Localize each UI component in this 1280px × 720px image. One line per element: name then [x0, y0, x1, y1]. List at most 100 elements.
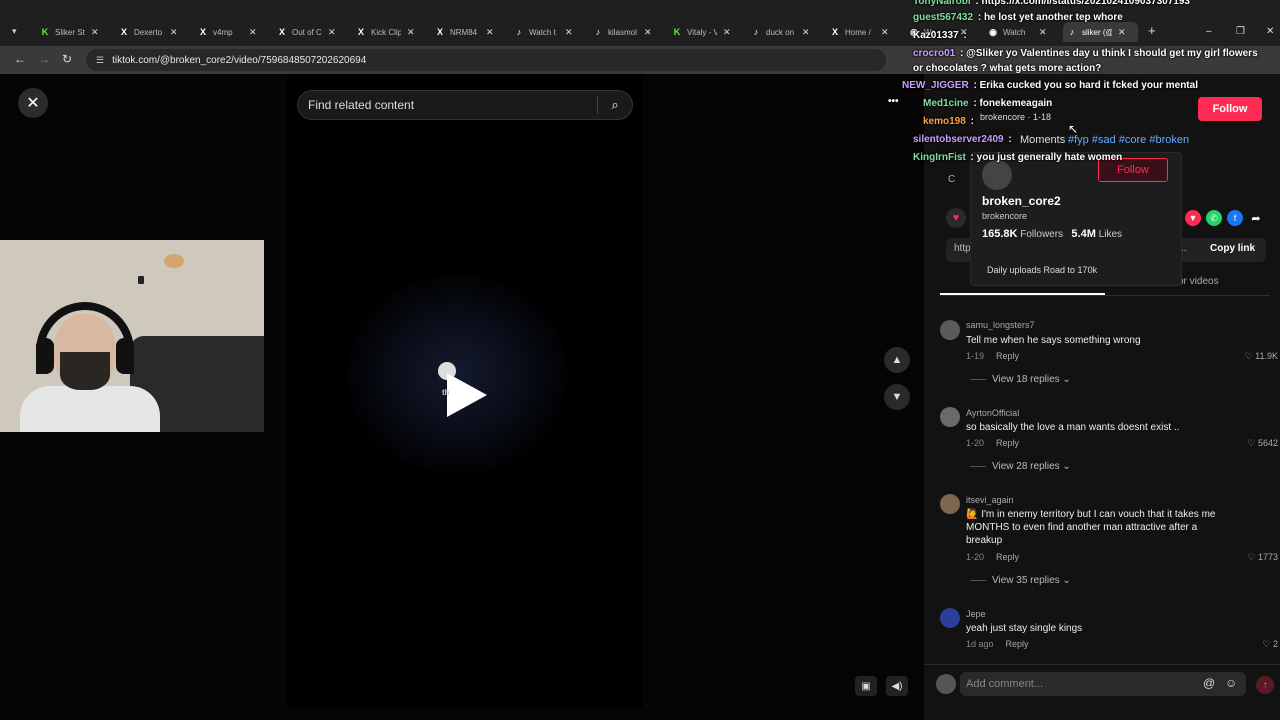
- tab-close-icon[interactable]: ✕: [644, 27, 652, 38]
- site-info-icon[interactable]: ☰: [96, 55, 104, 66]
- comment-avatar[interactable]: [940, 494, 960, 514]
- tab-search-icon[interactable]: ▾: [12, 26, 17, 37]
- like-heart-icon[interactable]: ♡: [1262, 639, 1273, 649]
- next-video-button[interactable]: ▼: [884, 384, 910, 410]
- tab-comments-underline[interactable]: [940, 293, 1105, 295]
- chat-username: kemo198: [923, 116, 966, 127]
- creator-avatar[interactable]: [982, 160, 1012, 190]
- tab-favicon-icon: X: [436, 27, 443, 37]
- browser-tab[interactable]: ♪ sliker (@ ✕: [1063, 22, 1138, 42]
- heart-icon[interactable]: ♥: [946, 208, 966, 228]
- tab-close-icon[interactable]: ✕: [881, 27, 889, 38]
- view-replies-button[interactable]: View 35 replies ⌄: [970, 575, 1071, 586]
- comment-avatar[interactable]: [940, 320, 960, 340]
- view-replies-button[interactable]: View 18 replies ⌄: [970, 374, 1071, 385]
- browser-tab[interactable]: K Vitaly - V ✕: [668, 22, 743, 42]
- forward-arrow-icon[interactable]: →: [38, 52, 50, 66]
- caption-hashtags[interactable]: #fyp #sad #core #broken: [1068, 134, 1189, 146]
- facebook-icon[interactable]: f: [1227, 210, 1243, 226]
- comment-likes[interactable]: ♡ 11.9K: [1236, 351, 1278, 362]
- more-options-icon[interactable]: •••: [888, 96, 899, 107]
- mouse-cursor-icon: ↖: [1068, 122, 1079, 136]
- tab-close-icon[interactable]: ✕: [170, 27, 178, 38]
- tab-close-icon[interactable]: ✕: [1118, 27, 1126, 38]
- browser-tab[interactable]: X Out of C ✕: [273, 22, 348, 42]
- reload-icon[interactable]: ↻: [62, 52, 72, 66]
- browser-tab[interactable]: ◉ Watch ✕: [984, 22, 1059, 42]
- browser-tab[interactable]: K Sliker St ✕: [36, 22, 111, 42]
- back-arrow-icon[interactable]: ←: [14, 52, 26, 66]
- minimize-button[interactable]: –: [1206, 26, 1212, 37]
- related-search-bar[interactable]: Find related content ⌕: [297, 90, 633, 120]
- search-icon[interactable]: ⌕: [598, 97, 632, 113]
- like-heart-icon[interactable]: ♡: [1245, 351, 1256, 361]
- repost-icon[interactable]: ▼: [1185, 210, 1201, 226]
- browser-tab[interactable]: Xv4mp ✕: [194, 22, 269, 42]
- chat-message: TonyNairobi : https://x.com/i/status/202…: [913, 0, 1190, 7]
- new-tab-button[interactable]: +: [1148, 23, 1156, 38]
- tab-favicon-icon: K: [41, 27, 49, 37]
- likes-label: Likes: [1098, 229, 1123, 240]
- comment-reply-button[interactable]: Reply: [996, 552, 1019, 562]
- left-earcup: [36, 338, 54, 374]
- chat-message: NEW_JIGGER : Erika cucked you so hard it…: [902, 80, 1198, 91]
- browser-tab[interactable]: ♪ kilasmol ✕: [589, 22, 664, 42]
- comment-meta: 1-20 Reply: [966, 552, 1019, 562]
- close-video-button[interactable]: ✕: [18, 88, 48, 118]
- tab-close-icon[interactable]: ✕: [249, 27, 257, 38]
- comment-username[interactable]: samu_longsters7: [966, 320, 1035, 330]
- comment-likes[interactable]: ♡ 2: [1236, 639, 1278, 650]
- play-icon[interactable]: [447, 373, 487, 417]
- creator-name[interactable]: broken_core2: [982, 194, 1061, 208]
- tab-close-icon[interactable]: ✕: [1039, 27, 1047, 38]
- search-input[interactable]: Find related content: [308, 98, 597, 112]
- chat-username: silentobserver2409: [913, 134, 1004, 145]
- url-bar[interactable]: ☰ tiktok.com/@broken_core2/video/7596848…: [86, 49, 886, 71]
- link-url: http: [954, 243, 971, 254]
- tab-close-icon[interactable]: ✕: [565, 27, 573, 38]
- follow-button[interactable]: Follow: [1198, 97, 1262, 121]
- close-window-button[interactable]: ✕: [1266, 26, 1274, 37]
- view-replies-button[interactable]: View 28 replies ⌄: [970, 461, 1071, 472]
- browser-tab[interactable]: X Dexerto ✕: [115, 22, 190, 42]
- comment-reply-button[interactable]: Reply: [996, 351, 1019, 361]
- previous-video-button[interactable]: ▲: [884, 347, 910, 373]
- chevron-down-icon: ⌄: [1059, 461, 1071, 472]
- chat-username: crocro01: [913, 48, 956, 59]
- comment-username[interactable]: AyrtonOfficial: [966, 408, 1019, 418]
- whatsapp-icon[interactable]: ✆: [1206, 210, 1222, 226]
- pip-icon[interactable]: ▣: [855, 676, 877, 696]
- like-heart-icon[interactable]: ♡: [1247, 438, 1258, 448]
- chat-message: crocro01 : @Sliker yo Valentines day u t…: [913, 46, 1263, 76]
- mention-icon[interactable]: @: [1203, 676, 1215, 690]
- comment-likes[interactable]: ♡ 5642: [1236, 438, 1278, 449]
- browser-tab[interactable]: X Home / ✕: [826, 22, 901, 42]
- tab-close-icon[interactable]: ✕: [723, 27, 731, 38]
- comment-username[interactable]: itsevi_again: [966, 495, 1014, 505]
- emoji-icon[interactable]: ☺: [1225, 676, 1237, 690]
- comment-username[interactable]: Jepe: [966, 609, 986, 619]
- tab-creator-videos[interactable]: or videos: [1178, 276, 1219, 287]
- browser-tab[interactable]: ♪ Watch t ✕: [510, 22, 585, 42]
- browser-tab[interactable]: ♪ duck on ✕: [747, 22, 822, 42]
- comment-reply-button[interactable]: Reply: [996, 438, 1019, 448]
- copy-link-button[interactable]: Copy link: [1210, 243, 1255, 254]
- tab-close-icon[interactable]: ✕: [328, 27, 336, 38]
- comment-likes[interactable]: ♡ 1773: [1236, 552, 1278, 563]
- browser-tab[interactable]: X Kick Clip ✕: [352, 22, 427, 42]
- like-heart-icon[interactable]: ♡: [1247, 552, 1258, 562]
- comment-reply-button[interactable]: Reply: [1006, 639, 1029, 649]
- browser-tab[interactable]: X NRM84 ✕: [431, 22, 506, 42]
- comment-avatar[interactable]: [940, 608, 960, 628]
- tab-close-icon[interactable]: ✕: [802, 27, 810, 38]
- tab-close-icon[interactable]: ✕: [486, 27, 494, 38]
- chat-separator: :: [957, 48, 967, 59]
- creator-nickname: brokencore: [982, 211, 1028, 221]
- tab-close-icon[interactable]: ✕: [91, 27, 99, 38]
- tab-close-icon[interactable]: ✕: [407, 27, 415, 38]
- maximize-button[interactable]: ❐: [1236, 26, 1245, 37]
- comment-avatar[interactable]: [940, 407, 960, 427]
- send-comment-icon[interactable]: ↑: [1256, 676, 1274, 694]
- share-arrow-icon[interactable]: ➦: [1248, 210, 1264, 226]
- volume-icon[interactable]: ◀): [886, 676, 908, 696]
